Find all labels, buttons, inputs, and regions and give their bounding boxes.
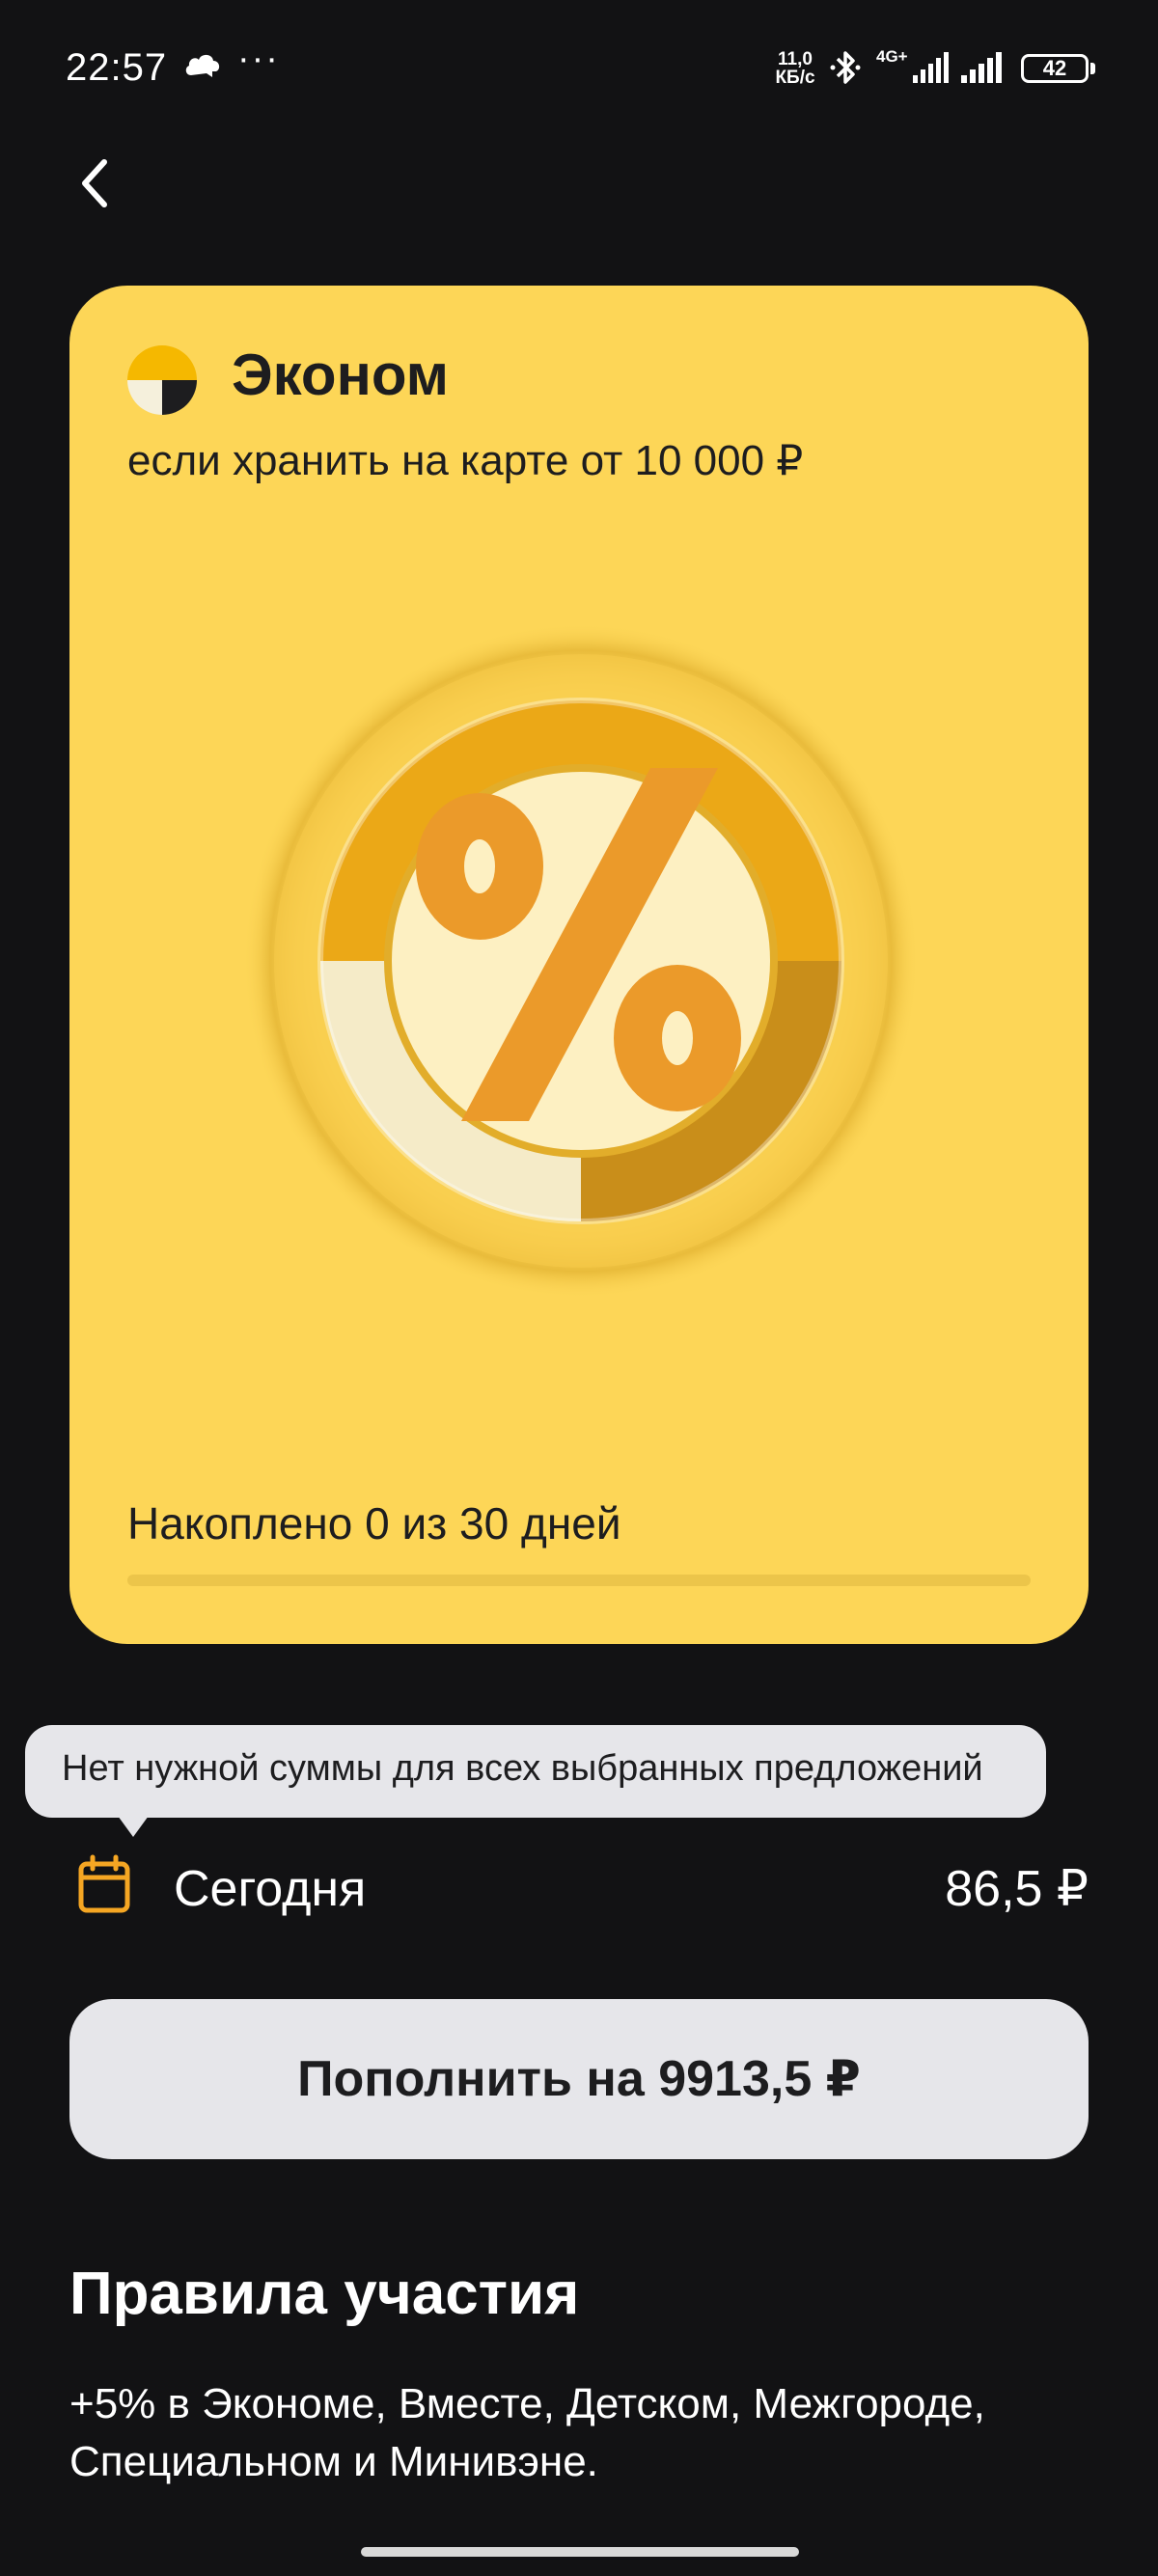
network-speed: 11,0 КБ/с (772, 50, 818, 87)
network-type: 4G+ (876, 47, 908, 66)
battery-level: 42 (1042, 56, 1067, 80)
progress-label: Накоплено 0 из 30 дней (127, 1498, 621, 1548)
progress-bar (127, 1575, 1031, 1586)
speed-unit: КБ/с (775, 68, 815, 88)
rules-title: Правила участия (69, 2261, 580, 2327)
rules-text: +5% в Экономе, Вместе, Детском, Межгород… (69, 2380, 985, 2485)
insufficient-funds-tooltip: Нет нужной суммы для всех выбранных пред… (25, 1725, 1046, 1837)
offer-title: Эконом (232, 343, 450, 407)
offer-subtitle: если хранить на карте от 10 000 ₽ (127, 437, 804, 484)
tooltip-text: Нет нужной суммы для всех выбранных пред… (62, 1748, 983, 1789)
status-bar: 22:57 ··· 11,0 КБ/с 4G+ 42 (0, 0, 1158, 135)
battery-icon: 42 (1021, 54, 1089, 83)
percent-badge-icon (243, 623, 919, 1299)
speed-value: 11,0 (778, 49, 813, 69)
today-row: Сегодня 86,5 ₽ (69, 1845, 1089, 1926)
tooltip-arrow (118, 1816, 149, 1837)
today-amount: 86,5 ₽ (945, 1861, 1089, 1917)
signal-icon (913, 52, 949, 83)
back-icon[interactable] (68, 145, 125, 222)
signal-icon (961, 52, 1002, 83)
more-icon: ··· (237, 39, 280, 79)
offer-card[interactable]: Эконом если хранить на карте от 10 000 ₽ (69, 286, 1089, 1644)
calendar-icon (78, 1854, 130, 1913)
today-label: Сегодня (174, 1861, 367, 1917)
bluetooth-icon (830, 51, 861, 84)
yandex-go-logo-icon (127, 345, 197, 415)
status-time: 22:57 (66, 46, 168, 89)
cloud-icon (185, 54, 220, 77)
home-indicator[interactable] (361, 2547, 799, 2557)
topup-button[interactable]: Пополнить на 9913,5 ₽ (69, 1999, 1089, 2159)
battery-tip (1090, 63, 1095, 74)
